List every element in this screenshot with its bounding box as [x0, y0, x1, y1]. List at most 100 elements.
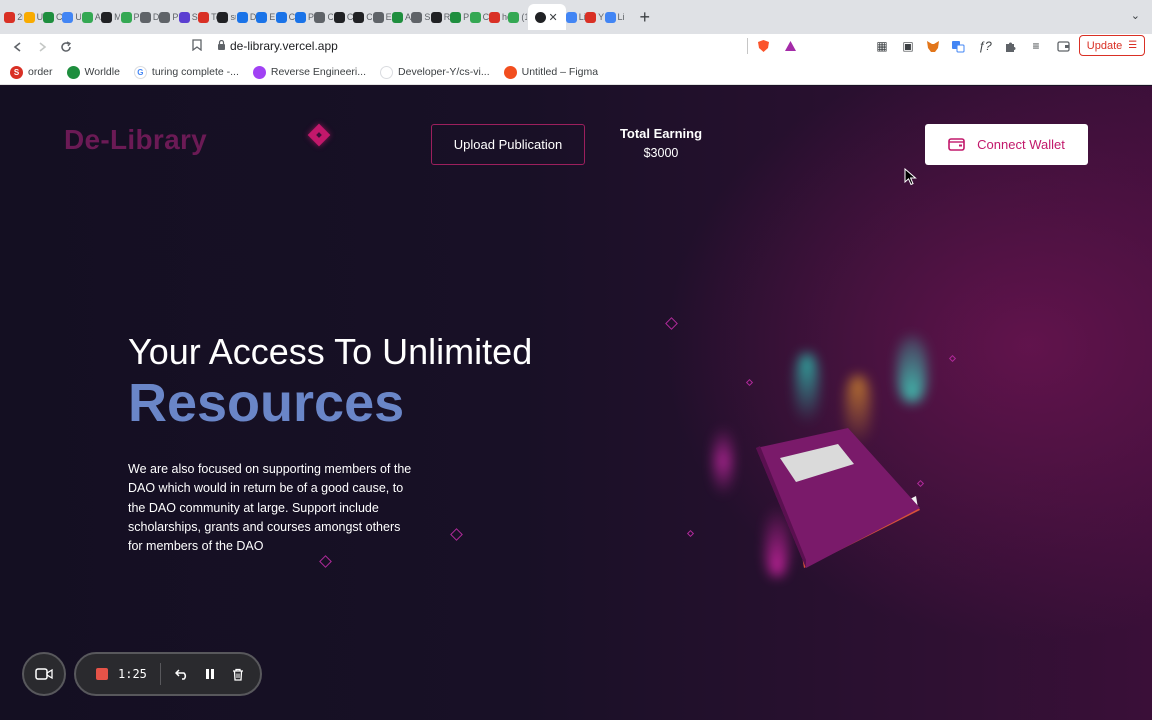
tab-title: Te [211, 12, 217, 22]
tab-search-icon[interactable]: ⌄ [1131, 9, 1140, 22]
browser-tab[interactable]: (1 [508, 4, 527, 30]
recording-timer: 1:25 [118, 667, 147, 681]
bookmark-label: turing complete -... [151, 66, 239, 78]
upload-publication-button[interactable]: Upload Publication [431, 124, 585, 165]
pause-button[interactable] [201, 665, 219, 683]
lock-icon[interactable] [212, 39, 230, 53]
browser-tab-strip: 2m Uc Cc Uc As M Pr Dc Pr Sc Te su Dc Et Ca Pa Cc Cc Cc Ex A… [0, 0, 1152, 34]
total-earning-panel: Total Earning $3000 [611, 126, 711, 160]
browser-tab[interactable]: Pr [120, 4, 140, 30]
stop-recording-button[interactable] [96, 668, 108, 680]
browser-tab[interactable]: Pa [295, 4, 314, 30]
tab-favicon-icon [353, 11, 365, 23]
tab-favicon-icon [585, 11, 597, 23]
browser-tab[interactable]: Yc [585, 4, 604, 30]
browser-tab[interactable]: Cc [42, 4, 62, 30]
active-tab[interactable]: ✕ [527, 4, 566, 30]
undo-button[interactable] [173, 665, 191, 683]
tab-favicon-icon [508, 11, 520, 23]
tab-favicon-icon [236, 11, 248, 23]
browser-tab[interactable]: Sc [178, 4, 198, 30]
wallet-icon[interactable] [1054, 37, 1072, 55]
browser-tab[interactable]: Dc [236, 4, 256, 30]
browser-tab[interactable]: su [217, 4, 236, 30]
brave-shield-icon[interactable] [754, 37, 772, 55]
url-text[interactable]: de-library.vercel.app [230, 39, 338, 53]
browser-tab[interactable]: 2m [4, 4, 23, 30]
tab-favicon-icon [81, 11, 93, 23]
tab-title: St [424, 12, 431, 22]
notion-extension-icon[interactable]: ▣ [899, 37, 917, 55]
browser-tab[interactable]: St [411, 4, 430, 30]
brave-rewards-icon[interactable] [781, 37, 799, 55]
browser-tab[interactable]: M [101, 4, 120, 30]
bookmark-favicon-icon [66, 65, 80, 79]
browser-tab[interactable]: Cc [333, 4, 353, 30]
browser-tab[interactable]: Dc [139, 4, 159, 30]
browser-tab[interactable]: Ca [275, 4, 295, 30]
tab-favicon-icon [333, 11, 345, 23]
bookmark-item[interactable]: Developer-Y/cs-vi... [380, 65, 490, 79]
new-tab-button[interactable]: + [632, 4, 658, 30]
total-earning-label: Total Earning [619, 126, 703, 141]
browser-tab[interactable]: Pr [159, 4, 178, 30]
tab-list-after: Li Yc Li [565, 4, 624, 30]
bookmark-item[interactable]: Untitled – Figma [503, 65, 598, 79]
tab-favicon-icon [314, 11, 326, 23]
browser-tab[interactable]: Uc [62, 4, 81, 30]
tab-title: Cc [366, 12, 373, 22]
total-earning-value: $3000 [643, 146, 679, 160]
function-extension-icon[interactable]: ƒ? [976, 37, 994, 55]
bookmark-star-icon[interactable] [182, 38, 212, 54]
decorative-diamond-icon [948, 354, 957, 363]
back-button[interactable] [6, 36, 30, 58]
camera-toggle-button[interactable] [22, 652, 66, 696]
browser-tab[interactable]: Te [198, 4, 217, 30]
bookmarks-bar: Sorder Worldle Gturing complete -... Revers… [0, 60, 1152, 85]
browser-tab[interactable]: Pr [450, 4, 469, 30]
site-logo[interactable]: De-Library [64, 124, 207, 156]
undo-icon [175, 669, 187, 680]
address-bar[interactable]: de-library.vercel.app [182, 35, 748, 57]
browser-tab[interactable]: Ex [372, 4, 392, 30]
bookmark-item[interactable]: Sorder [10, 65, 53, 79]
bookmark-item[interactable]: Reverse Engineeri... [252, 65, 366, 79]
browser-tab[interactable]: Cc [314, 4, 333, 30]
delete-recording-button[interactable] [229, 665, 247, 683]
browser-tab[interactable]: hc [488, 4, 508, 30]
tab-title: Uc [75, 12, 82, 22]
extensions-puzzle-icon[interactable] [1001, 37, 1019, 55]
browser-tab[interactable]: Ac [392, 4, 411, 30]
browser-tab[interactable]: Cc [353, 4, 372, 30]
bookmark-item[interactable]: Worldle [66, 65, 120, 79]
reload-button[interactable] [54, 36, 78, 58]
tab-title: Ex [385, 12, 392, 22]
close-tab-icon[interactable]: ✕ [548, 11, 557, 24]
browser-tab[interactable]: Li [604, 4, 624, 30]
tab-title: Cc [482, 12, 489, 22]
browser-tab[interactable]: Uc [23, 4, 43, 30]
metamask-extension-icon[interactable] [924, 37, 942, 55]
media-queue-icon[interactable]: ≡ [1027, 37, 1045, 55]
bookmark-favicon-icon [380, 65, 394, 79]
tab-favicon-icon [178, 11, 190, 23]
browser-tab[interactable]: Li [565, 4, 585, 30]
forward-button[interactable] [30, 36, 54, 58]
reload-icon [61, 41, 72, 52]
browser-tab[interactable]: Et [256, 4, 275, 30]
bookmark-item[interactable]: Gturing complete -... [133, 65, 239, 79]
qr-code-extension-icon[interactable]: ▦ [873, 37, 891, 55]
forward-arrow-icon [39, 42, 47, 52]
browser-tab[interactable]: Re [430, 4, 450, 30]
update-button[interactable]: Update ☰ [1079, 35, 1145, 56]
connect-wallet-button[interactable]: Connect Wallet [925, 124, 1088, 165]
hero-title: Your Access To Unlimited [128, 331, 533, 372]
address-bar-divider [747, 38, 748, 54]
browser-tab[interactable]: As [81, 4, 101, 30]
browser-tab[interactable]: Cc [469, 4, 489, 30]
decorative-diamond-icon [686, 529, 695, 538]
glow-streak-icon [898, 336, 926, 402]
tab-favicon-icon [101, 11, 113, 23]
tab-title: Pr [463, 12, 470, 22]
translate-extension-icon[interactable] [949, 37, 967, 55]
